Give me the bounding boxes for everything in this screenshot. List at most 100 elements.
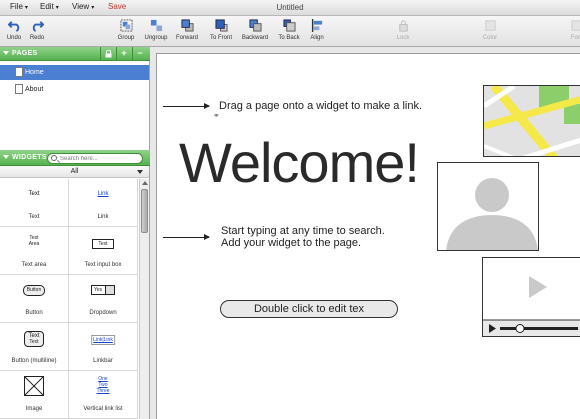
send-backward-icon [248,19,262,32]
multiline-button-preview: Text Text [24,331,44,347]
page-item-home[interactable]: Home [0,65,149,80]
widgets-panel-header[interactable]: WIDGETS [0,150,150,166]
edit-menu[interactable]: Edit ▾ [40,2,59,11]
lock-label: Lock [396,35,410,41]
widget-text-area[interactable]: Text Area Text area [0,227,69,275]
align-label: Align [310,35,324,41]
search-hint-text: Start typing at any time to search. Add … [221,225,385,249]
widget-image[interactable]: Image [0,371,69,419]
page-item-about[interactable]: About [0,82,149,97]
pages-panel-header[interactable]: PAGES + − [0,47,150,61]
text-area-preview: Text Area [29,235,40,247]
to-front-button[interactable]: To Front [206,19,236,41]
add-page-button[interactable]: + [116,47,131,61]
dropdown-preview: Yes [91,285,115,295]
align-button[interactable]: Align [306,19,328,41]
widget-caption: Dropdown [89,310,117,316]
welcome-heading[interactable]: Welcome! [179,130,420,195]
group-icon [119,19,133,32]
backward-button[interactable]: Backward [240,19,270,41]
vertical-link-item: Three [96,388,110,394]
link-preview: Link [97,191,109,197]
page-item-label: Home [25,69,44,76]
widget-filter-dropdown[interactable]: All [0,166,149,178]
ungroup-button[interactable]: Ungroup [142,19,170,41]
bring-to-front-icon [214,19,228,32]
font-icon [570,20,580,31]
collapse-icon[interactable] [3,155,9,159]
color-label: Color [482,35,498,41]
to-back-button[interactable]: To Back [276,19,302,41]
widget-button[interactable]: Button Button [0,275,69,323]
color-button[interactable]: Color [478,19,502,41]
undo-label: Undo [6,35,22,41]
group-label: Group [117,35,135,41]
font-button[interactable]: Fon [566,19,580,41]
save-menu[interactable]: Save [108,2,126,11]
ungroup-label: Ungroup [144,35,168,41]
widget-link[interactable]: Link Link [69,179,138,227]
to-front-label: To Front [209,35,232,41]
redo-button[interactable]: Redo [27,19,47,41]
remove-page-button[interactable]: − [132,47,147,61]
widget-filter-value: All [70,168,79,175]
map-widget[interactable] [483,85,580,157]
link-chain-icon: ⚭ [213,111,220,120]
video-player-icon [483,258,580,336]
file-menu[interactable]: File ▾ [10,2,28,11]
view-menu[interactable]: View ▾ [72,2,94,11]
avatar-placeholder-icon [438,163,538,250]
link-hint-text: Drag a page onto a widget to make a link… [219,100,423,112]
redo-label: Redo [29,35,45,41]
widget-dropdown[interactable]: Yes Dropdown [69,275,138,323]
image-placeholder-icon [24,376,44,396]
scroll-thumb[interactable] [141,189,148,233]
widget-library: Text Text Link Link Text Area Text area T… [0,179,139,419]
color-swatch-icon [484,20,496,31]
canvas-button-widget[interactable]: Double click to edit tex [220,300,398,318]
multiline-button-preview-line: Text [29,339,39,345]
button-preview: Button [23,285,45,296]
menu-bar: File ▾ Edit ▾ View ▾ Save Untitled [0,0,580,16]
bring-forward-icon [180,19,194,32]
lock-button[interactable]: Lock [392,19,414,41]
undo-button[interactable]: Undo [4,19,24,41]
widget-text-input[interactable]: Text Text input box [69,227,138,275]
widget-scrollbar[interactable] [139,179,149,419]
canvas-area: Drag a page onto a widget to make a link… [150,47,580,419]
forward-button[interactable]: Forward [174,19,200,41]
align-icon [311,19,322,32]
widget-caption: Image [25,406,43,412]
widget-caption: Text input box [84,262,122,268]
page-item-label: About [25,86,44,93]
widget-search-input[interactable] [60,155,140,163]
widget-caption: Text [28,214,40,220]
text-area-preview-line: Area [28,241,40,247]
page-lock-button[interactable] [100,47,115,61]
chevron-down-icon [137,170,143,174]
file-menu-label: File [10,2,23,11]
widget-caption: Button [25,310,43,316]
widget-caption: Text area [21,262,47,268]
widget-caption: Link [97,214,109,220]
group-button[interactable]: Group [114,19,138,41]
pages-panel-title: PAGES [12,50,38,57]
arrow-icon [163,103,210,109]
to-back-label: To Back [278,35,300,41]
widget-caption: Linkbar [93,358,113,364]
scroll-up-arrow-icon[interactable] [142,181,148,185]
widget-search[interactable] [47,153,143,164]
map-icon [484,86,580,156]
page-canvas[interactable]: Drag a page onto a widget to make a link… [156,53,580,419]
toolbar: Undo Redo Group Ungroup Forward To Front… [0,16,580,47]
widget-button-multiline[interactable]: Text Text Button (multiline) [0,323,69,371]
chevron-down-icon: ▾ [55,5,59,11]
undo-icon [7,21,19,32]
collapse-icon[interactable] [3,51,9,55]
lock-icon [398,20,408,32]
image-widget[interactable] [437,162,539,251]
video-player-widget[interactable] [482,257,580,337]
widget-vertical-link-list[interactable]: One Two Three Vertical link list [69,371,138,419]
widget-linkbar[interactable]: Link|Link Linkbar [69,323,138,371]
widget-text[interactable]: Text Text [0,179,69,227]
